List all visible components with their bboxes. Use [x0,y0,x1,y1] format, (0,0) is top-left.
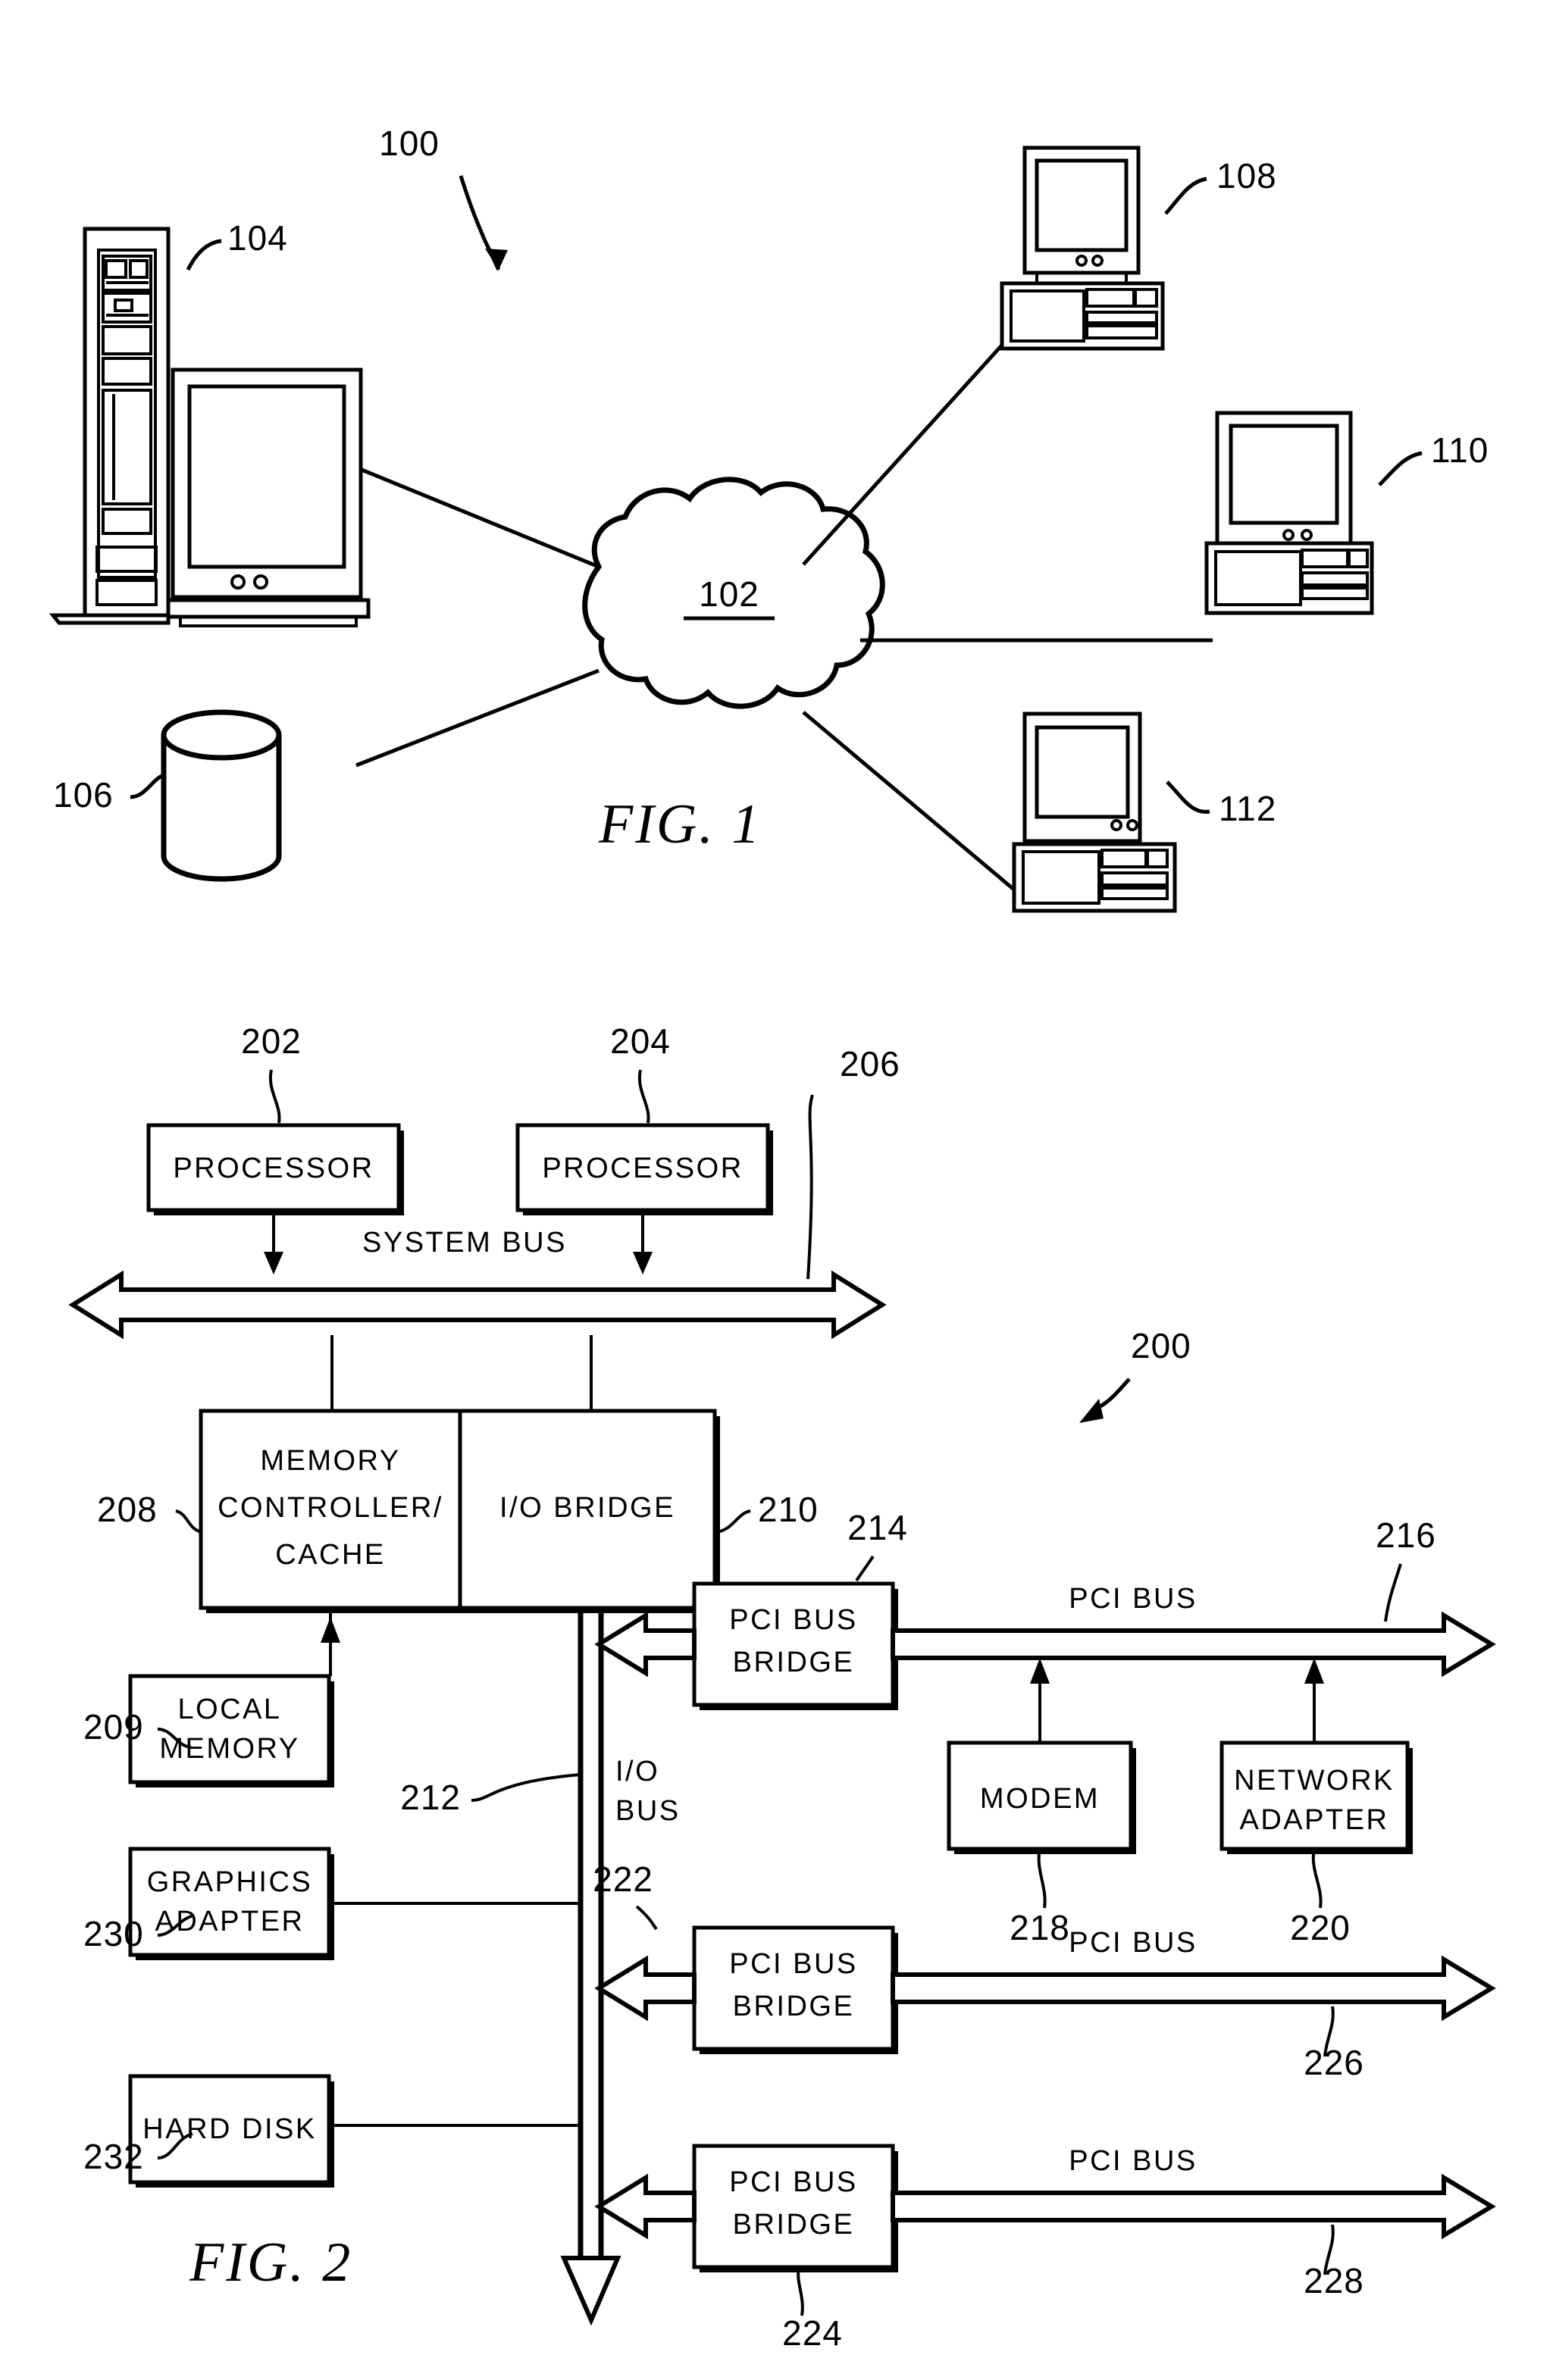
system-bus-label: SYSTEM BUS [362,1227,567,1259]
ref-230-label: 230 [83,1914,144,1953]
ref-209-label: 209 [83,1707,144,1747]
ref-100-label: 100 [379,124,440,163]
client108-led-2 [1091,255,1104,267]
ref-204-label: 204 [610,1021,671,1061]
client112-case [1012,842,1177,913]
server-monitor-led-2 [253,574,268,590]
iobridge-label: I/O BRIDGE [499,1492,675,1524]
ref-210-label: 210 [758,1490,819,1529]
ref-226-label: 226 [1304,2043,1364,2082]
pci-bus-216-label: PCI BUS [1069,1583,1198,1615]
ref-224-label: 224 [782,2313,843,2353]
memctrl-label-line3: CACHE [275,1539,386,1571]
graphics-adapter-box [128,1847,331,1957]
client112-led-1 [1110,819,1122,831]
graphics-adapter-label-line2: ADAPTER [155,1906,305,1937]
ref-108-label: 108 [1216,156,1277,195]
pci-bridge-214-label-line2: BRIDGE [733,1647,855,1678]
ref-112-label: 112 [1219,789,1276,828]
pci-bridge-222-label-line2: BRIDGE [733,1991,855,2022]
ref-214-label: 214 [847,1508,908,1547]
pci-bridge-224-label-line1: PCI BUS [729,2166,858,2198]
processor-202-label: PROCESSOR [173,1152,374,1184]
ref-228-label: 228 [1304,2261,1364,2300]
pci-bridge-222-label-line1: PCI BUS [729,1948,858,1980]
hard-disk-label: HARD DISK [142,2113,316,2145]
memctrl-label-line1: MEMORY [260,1445,400,1477]
ref-220-label: 220 [1290,1908,1351,1947]
client110-led-1 [1282,529,1295,541]
pci-bus-226-label: PCI BUS [1069,1927,1198,1959]
ref-110-label: 110 [1431,430,1489,470]
pci-bridge-224-box [692,2144,895,2269]
ref-232-label: 232 [83,2137,144,2176]
ref-222-label: 222 [593,1859,653,1899]
ref-102-label: 102 [699,574,759,614]
client110-led-2 [1301,529,1313,541]
memctrl-label-line2: CONTROLLER/ [218,1492,443,1524]
pci-bridge-224-label-line2: BRIDGE [733,2209,855,2241]
ref-206-label: 206 [840,1044,900,1084]
processor-204-label: PROCESSOR [542,1152,743,1184]
client112-monitor-bezel [1022,711,1142,843]
pci-bridge-222-box [692,1925,895,2051]
client110-monitor-bezel [1215,411,1353,550]
patent-figure-sheet: 100 104 106 102 108 110 112 FIG. 1 202 P… [0,0,1556,2380]
client108-led-1 [1075,255,1088,267]
io-bus-label-line2: BUS [615,1795,681,1827]
server-monitor-bezel [171,367,363,599]
pci-bus-228-label: PCI BUS [1069,2145,1198,2177]
ref-106-label: 106 [53,775,114,815]
network-adapter-label-line1: NETWORK [1234,1765,1395,1797]
figure-2-caption: FIG. 2 [189,2231,352,2294]
ref-200-label: 200 [1131,1326,1191,1365]
server-monitor-led-1 [230,574,246,590]
pci-bridge-214-label-line1: PCI BUS [729,1604,858,1636]
ref-212-label: 212 [400,1778,461,1817]
ref-202-label: 202 [241,1021,302,1061]
ref-104-label: 104 [227,218,288,258]
pci-bridge-214-box [692,1581,895,1707]
client108-monitor-bezel [1022,145,1141,275]
ref-216-label: 216 [1376,1515,1436,1555]
figure-1-caption: FIG. 1 [598,793,762,855]
modem-label: MODEM [980,1783,1100,1815]
graphics-adapter-label-line1: GRAPHICS [147,1866,312,1898]
ref-218-label: 218 [1010,1908,1070,1947]
network-adapter-label-line2: ADAPTER [1240,1804,1389,1836]
io-bus-label-line1: I/O [615,1756,659,1787]
ref-208-label: 208 [97,1490,158,1529]
local-memory-label-line1: LOCAL [177,1694,281,1725]
storage-cylinder-top [161,709,282,761]
client112-led-2 [1126,819,1138,831]
local-memory-label-line2: MEMORY [159,1733,299,1765]
